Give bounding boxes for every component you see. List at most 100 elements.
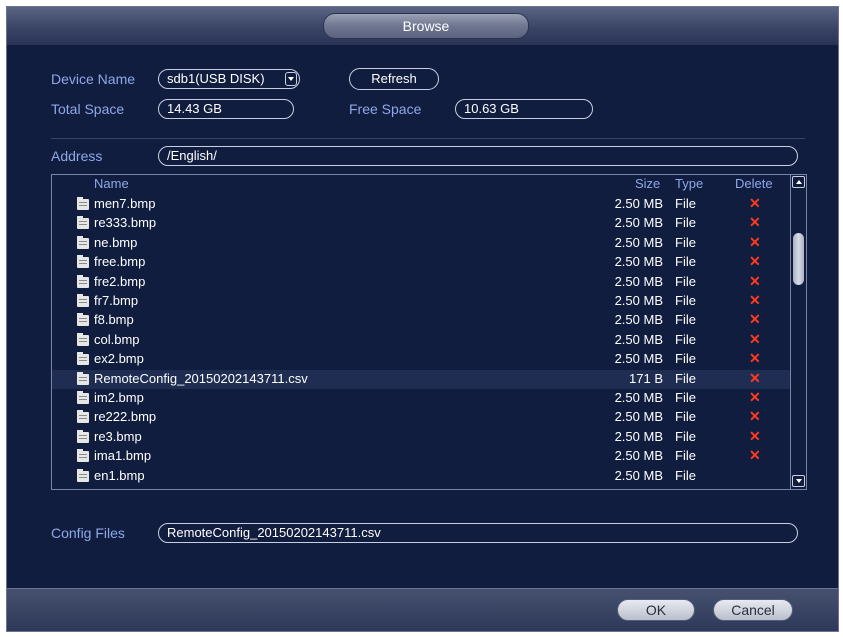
file-icon <box>77 410 89 424</box>
file-name: col.bmp <box>94 331 140 347</box>
device-name-value: sdb1(USB DISK) <box>167 71 265 86</box>
file-type: File <box>675 254 696 270</box>
browse-dialog: Browse Device Name sdb1(USB DISK) Refres… <box>6 6 839 632</box>
file-name: re3.bmp <box>94 428 142 444</box>
file-type: File <box>675 428 696 444</box>
file-size: 2.50 MB <box>614 409 663 425</box>
dialog-footer: OK Cancel <box>7 588 838 631</box>
column-delete[interactable]: Delete <box>735 176 773 191</box>
device-name-select[interactable]: sdb1(USB DISK) <box>158 69 300 89</box>
device-name-label: Device Name <box>51 71 136 87</box>
delete-icon[interactable]: ✕ <box>749 292 761 309</box>
file-row[interactable]: ne.bmp 2.50 MB File ✕ <box>52 234 790 253</box>
file-name: re222.bmp <box>94 409 157 425</box>
delete-icon[interactable]: ✕ <box>749 350 761 367</box>
file-icon <box>77 274 89 288</box>
file-row[interactable]: free.bmp 2.50 MB File ✕ <box>52 253 790 272</box>
chevron-down-icon[interactable] <box>285 72 297 86</box>
delete-icon[interactable]: ✕ <box>749 253 761 270</box>
refresh-button[interactable]: Refresh <box>349 68 439 90</box>
dialog-title: Browse <box>323 13 529 39</box>
address-field[interactable]: /English/ <box>158 146 798 166</box>
file-icon <box>77 352 89 366</box>
file-row[interactable]: re222.bmp 2.50 MB File ✕ <box>52 408 790 427</box>
delete-icon[interactable]: ✕ <box>749 234 761 251</box>
file-icon <box>77 255 89 269</box>
file-name: ex2.bmp <box>94 351 144 367</box>
vertical-scrollbar[interactable] <box>790 175 806 489</box>
file-size: 2.50 MB <box>614 215 663 231</box>
file-row[interactable]: en1.bmp 2.50 MB File <box>52 467 790 486</box>
delete-icon[interactable]: ✕ <box>749 331 761 348</box>
file-icon <box>77 332 89 346</box>
delete-icon[interactable]: ✕ <box>749 195 761 212</box>
file-list-header: Name Size Type Delete <box>52 175 790 193</box>
column-name[interactable]: Name <box>94 176 129 191</box>
file-row[interactable]: im2.bmp 2.50 MB File ✕ <box>52 389 790 408</box>
title-bar: Browse <box>7 7 838 45</box>
cancel-button[interactable]: Cancel <box>713 599 793 621</box>
delete-icon[interactable]: ✕ <box>749 389 761 406</box>
divider <box>51 138 805 139</box>
file-size: 2.50 MB <box>614 312 663 328</box>
file-name: fr7.bmp <box>94 293 139 308</box>
scroll-down-icon[interactable] <box>792 475 805 487</box>
scroll-thumb[interactable] <box>793 233 804 285</box>
delete-icon[interactable]: ✕ <box>749 214 761 231</box>
file-size: 2.50 MB <box>614 390 663 405</box>
file-size: 2.50 MB <box>614 273 663 289</box>
file-row[interactable]: RemoteConfig_20150202143711.csv 171 B File… <box>52 369 790 389</box>
file-name: re333.bmp <box>94 215 157 231</box>
file-row[interactable]: f8.bmp 2.50 MB File ✕ <box>52 311 790 330</box>
file-type: File <box>675 331 696 347</box>
file-size: 2.50 MB <box>614 428 663 444</box>
file-row[interactable]: ex2.bmp 2.50 MB File ✕ <box>52 350 790 369</box>
file-name: men7.bmp <box>94 196 156 211</box>
column-size[interactable]: Size <box>635 176 660 191</box>
file-row[interactable]: col.bmp 2.50 MB File ✕ <box>52 331 790 350</box>
file-row[interactable]: re333.bmp 2.50 MB File ✕ <box>52 214 790 233</box>
file-type: File <box>675 467 696 483</box>
file-size: 2.50 MB <box>614 351 663 367</box>
file-type: File <box>675 370 696 386</box>
file-row[interactable]: fre2.bmp 2.50 MB File ✕ <box>52 273 790 292</box>
file-name: free.bmp <box>94 254 146 270</box>
column-type[interactable]: Type <box>675 176 703 191</box>
config-files-label: Config Files <box>51 525 125 541</box>
file-type: File <box>675 351 696 367</box>
delete-icon[interactable]: ✕ <box>749 273 761 290</box>
file-type: File <box>675 234 696 250</box>
delete-icon[interactable]: ✕ <box>749 447 761 464</box>
scroll-up-icon[interactable] <box>792 176 805 188</box>
file-size: 2.50 MB <box>614 254 663 270</box>
address-label: Address <box>51 148 103 164</box>
file-type: File <box>675 390 696 405</box>
ok-button[interactable]: OK <box>617 599 695 621</box>
delete-icon[interactable]: ✕ <box>749 428 761 445</box>
file-name: fre2.bmp <box>94 273 146 289</box>
delete-icon[interactable]: ✕ <box>749 370 761 387</box>
file-row[interactable]: men7.bmp 2.50 MB File ✕ <box>52 195 790 214</box>
file-type: File <box>675 448 696 464</box>
file-icon <box>77 313 89 327</box>
file-row[interactable]: fr7.bmp 2.50 MB File ✕ <box>52 292 790 311</box>
file-size: 171 B <box>629 370 663 386</box>
file-type: File <box>675 196 696 211</box>
delete-icon[interactable]: ✕ <box>749 311 761 328</box>
file-row[interactable]: ima1.bmp 2.50 MB File ✕ <box>52 447 790 466</box>
file-icon <box>77 216 89 230</box>
file-type: File <box>675 312 696 328</box>
file-row[interactable]: re3.bmp 2.50 MB File ✕ <box>52 428 790 447</box>
file-name: en1.bmp <box>94 467 145 483</box>
total-space-label: Total Space <box>51 101 125 117</box>
config-files-field[interactable]: RemoteConfig_20150202143711.csv <box>158 523 798 543</box>
file-name: RemoteConfig_20150202143711.csv <box>94 370 308 386</box>
file-size: 2.50 MB <box>614 293 663 308</box>
file-size: 2.50 MB <box>614 196 663 211</box>
file-list: Name Size Type Delete men7.bmp 2.50 MB Fil… <box>51 174 807 490</box>
file-icon <box>77 371 89 385</box>
delete-icon[interactable]: ✕ <box>749 408 761 425</box>
free-space-field: 10.63 GB <box>455 99 593 119</box>
file-size: 2.50 MB <box>614 331 663 347</box>
file-icon <box>77 391 89 404</box>
